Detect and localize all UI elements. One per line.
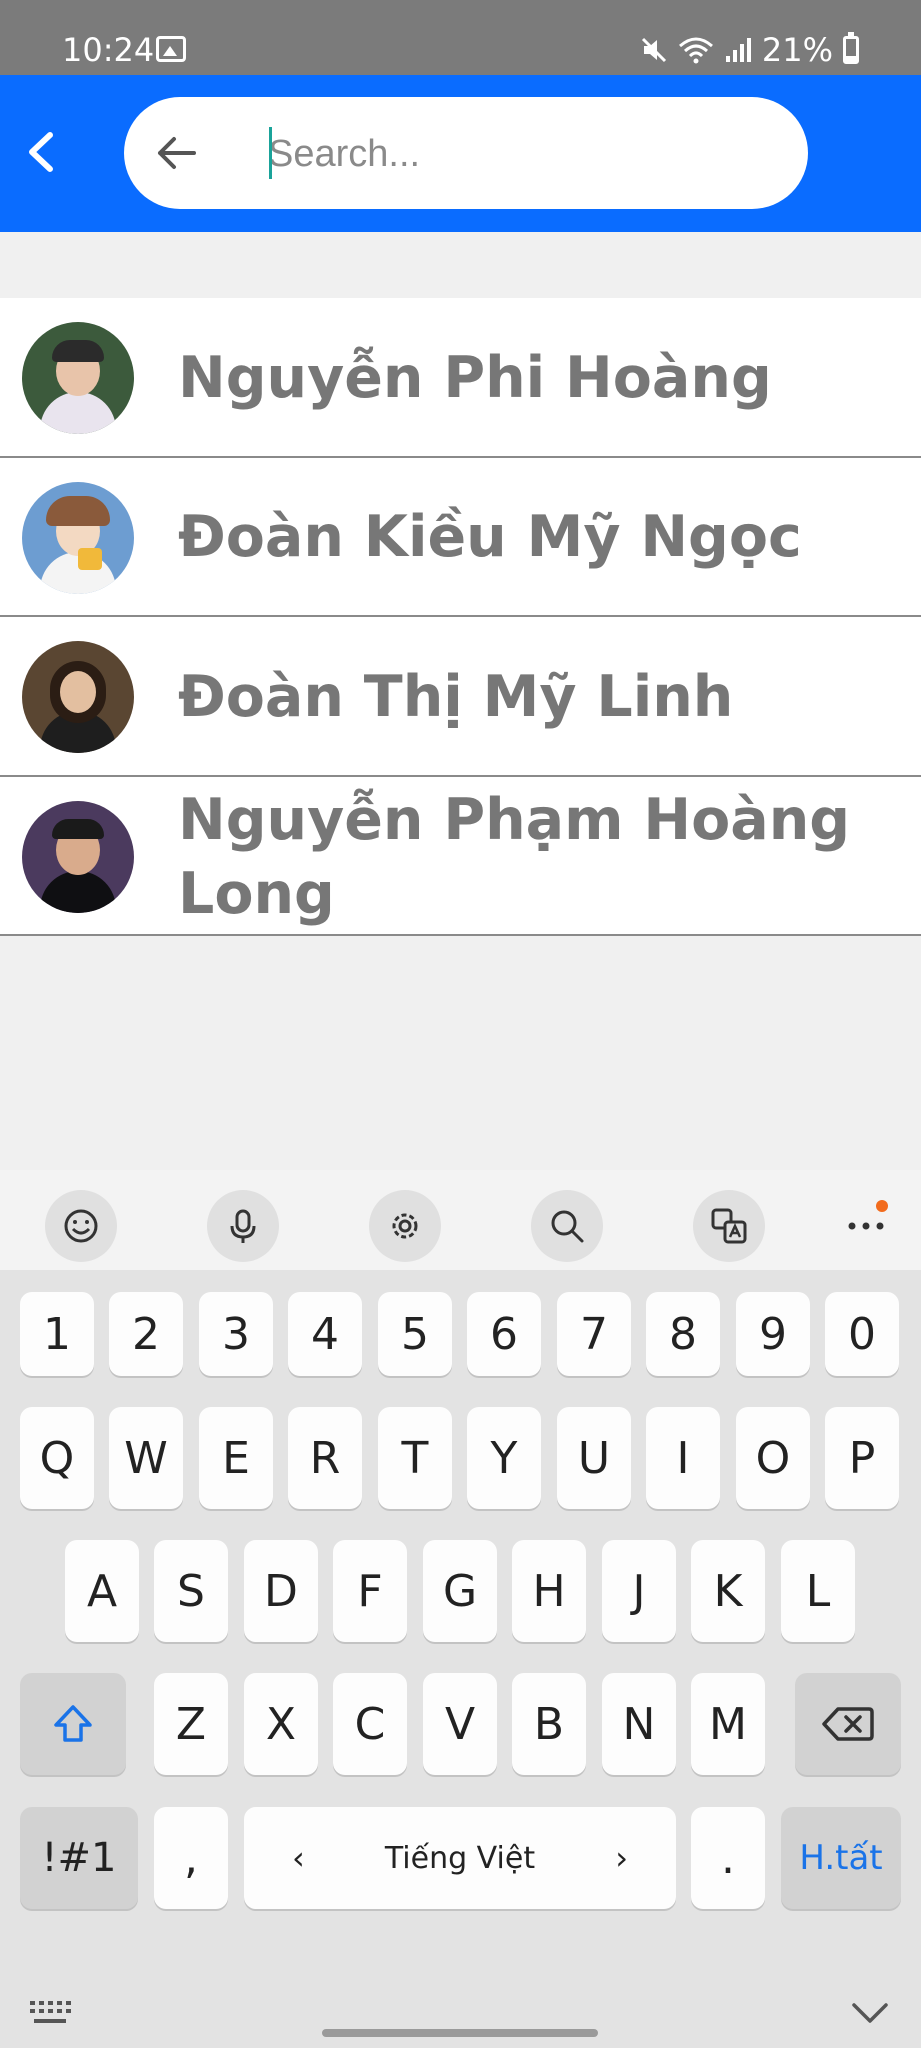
key-3[interactable]: 3	[199, 1292, 273, 1376]
search-box[interactable]	[124, 97, 808, 209]
back-button[interactable]	[18, 127, 68, 177]
contact-list: Nguyễn Phi Hoàng Đoàn Kiều Mỹ Ngọc Đoàn …	[0, 298, 921, 936]
key-4[interactable]: 4	[288, 1292, 362, 1376]
key-q[interactable]: Q	[20, 1407, 94, 1509]
key-f[interactable]: F	[333, 1540, 407, 1642]
key-8[interactable]: 8	[646, 1292, 720, 1376]
key-e[interactable]: E	[199, 1407, 273, 1509]
settings-button[interactable]	[369, 1190, 441, 1262]
avatar	[22, 801, 134, 913]
key-v[interactable]: V	[423, 1673, 497, 1775]
key-c[interactable]: C	[333, 1673, 407, 1775]
comma-key[interactable]: ,	[154, 1807, 228, 1909]
keyboard: 1 2 3 4 5 6 7 8 9 0 Q W E R T Y U I O P …	[0, 1170, 921, 2048]
key-m[interactable]: M	[691, 1673, 765, 1775]
key-i[interactable]: I	[646, 1407, 720, 1509]
key-z[interactable]: Z	[154, 1673, 228, 1775]
key-o[interactable]: O	[736, 1407, 810, 1509]
translate-icon	[711, 1208, 747, 1244]
emoji-button[interactable]	[45, 1190, 117, 1262]
status-icons: 21%	[640, 30, 859, 70]
key-b[interactable]: B	[512, 1673, 586, 1775]
key-9[interactable]: 9	[736, 1292, 810, 1376]
key-r[interactable]: R	[288, 1407, 362, 1509]
search-icon	[551, 1210, 584, 1243]
key-t[interactable]: T	[378, 1407, 452, 1509]
space-bar[interactable]: ‹ Tiếng Việt ›	[244, 1807, 676, 1909]
battery-icon	[843, 32, 859, 64]
space-prev-arrow: ‹	[292, 1839, 305, 1877]
avatar	[22, 641, 134, 753]
translate-button[interactable]	[693, 1190, 765, 1262]
battery-percent: 21%	[761, 31, 833, 69]
key-7[interactable]: 7	[557, 1292, 631, 1376]
key-w[interactable]: W	[109, 1407, 183, 1509]
voice-input-button[interactable]	[207, 1190, 279, 1262]
microphone-icon	[230, 1209, 256, 1243]
key-d[interactable]: D	[244, 1540, 318, 1642]
key-2[interactable]: 2	[109, 1292, 183, 1376]
list-item[interactable]: Nguyễn Phạm Hoàng Long	[0, 777, 921, 936]
gallery-notification-icon	[156, 36, 186, 62]
key-a[interactable]: A	[65, 1540, 139, 1642]
list-item[interactable]: Đoàn Kiều Mỹ Ngọc	[0, 458, 921, 617]
hide-keyboard-chevron-icon[interactable]	[850, 1999, 890, 2027]
chevron-left-icon	[29, 132, 53, 172]
contact-name: Đoàn Thị Mỹ Linh	[178, 664, 734, 730]
more-button[interactable]	[836, 1190, 896, 1262]
arrow-left-icon[interactable]	[148, 125, 204, 181]
home-indicator[interactable]	[322, 2029, 598, 2037]
status-time: 10:24	[62, 31, 155, 69]
keyboard-search-button[interactable]	[531, 1190, 603, 1262]
key-l[interactable]: L	[781, 1540, 855, 1642]
key-s[interactable]: S	[154, 1540, 228, 1642]
space-language-label: Tiếng Việt	[384, 1840, 536, 1876]
period-key[interactable]: .	[691, 1807, 765, 1909]
space-next-arrow: ›	[615, 1839, 628, 1877]
keyboard-icon[interactable]	[28, 1999, 72, 2027]
key-g[interactable]: G	[423, 1540, 497, 1642]
keyboard-toolbar	[0, 1170, 921, 1270]
text-cursor	[269, 127, 272, 179]
search-input[interactable]	[266, 119, 790, 189]
key-6[interactable]: 6	[467, 1292, 541, 1376]
status-bar: 10:24 21%	[0, 0, 921, 75]
mute-icon	[641, 37, 666, 63]
backspace-key[interactable]	[795, 1673, 901, 1775]
avatar	[22, 482, 134, 594]
list-item[interactable]: Nguyễn Phi Hoàng	[0, 298, 921, 458]
key-n[interactable]: N	[602, 1673, 676, 1775]
emoji-icon	[64, 1209, 98, 1243]
shift-arrow-icon	[54, 1705, 92, 1742]
list-item[interactable]: Đoàn Thị Mỹ Linh	[0, 617, 921, 777]
symbols-key[interactable]: !#1	[20, 1807, 138, 1909]
key-0[interactable]: 0	[825, 1292, 899, 1376]
key-1[interactable]: 1	[20, 1292, 94, 1376]
key-h[interactable]: H	[512, 1540, 586, 1642]
key-p[interactable]: P	[825, 1407, 899, 1509]
wifi-icon	[678, 37, 713, 64]
key-y[interactable]: Y	[467, 1407, 541, 1509]
key-k[interactable]: K	[691, 1540, 765, 1642]
key-u[interactable]: U	[557, 1407, 631, 1509]
contact-name: Đoàn Kiều Mỹ Ngọc	[178, 504, 802, 570]
key-5[interactable]: 5	[378, 1292, 452, 1376]
gear-icon	[392, 1213, 418, 1239]
contact-name: Nguyễn Phi Hoàng	[178, 345, 772, 411]
key-j[interactable]: J	[602, 1540, 676, 1642]
backspace-icon	[822, 1707, 874, 1741]
signal-icon	[725, 38, 751, 62]
done-key[interactable]: H.tất	[781, 1807, 901, 1909]
notification-dot	[876, 1200, 888, 1212]
avatar	[22, 322, 134, 434]
more-icon	[848, 1222, 884, 1230]
app-bar	[0, 75, 921, 232]
shift-key[interactable]	[20, 1673, 126, 1775]
key-x[interactable]: X	[244, 1673, 318, 1775]
contact-name: Nguyễn Phạm Hoàng Long	[178, 787, 851, 927]
